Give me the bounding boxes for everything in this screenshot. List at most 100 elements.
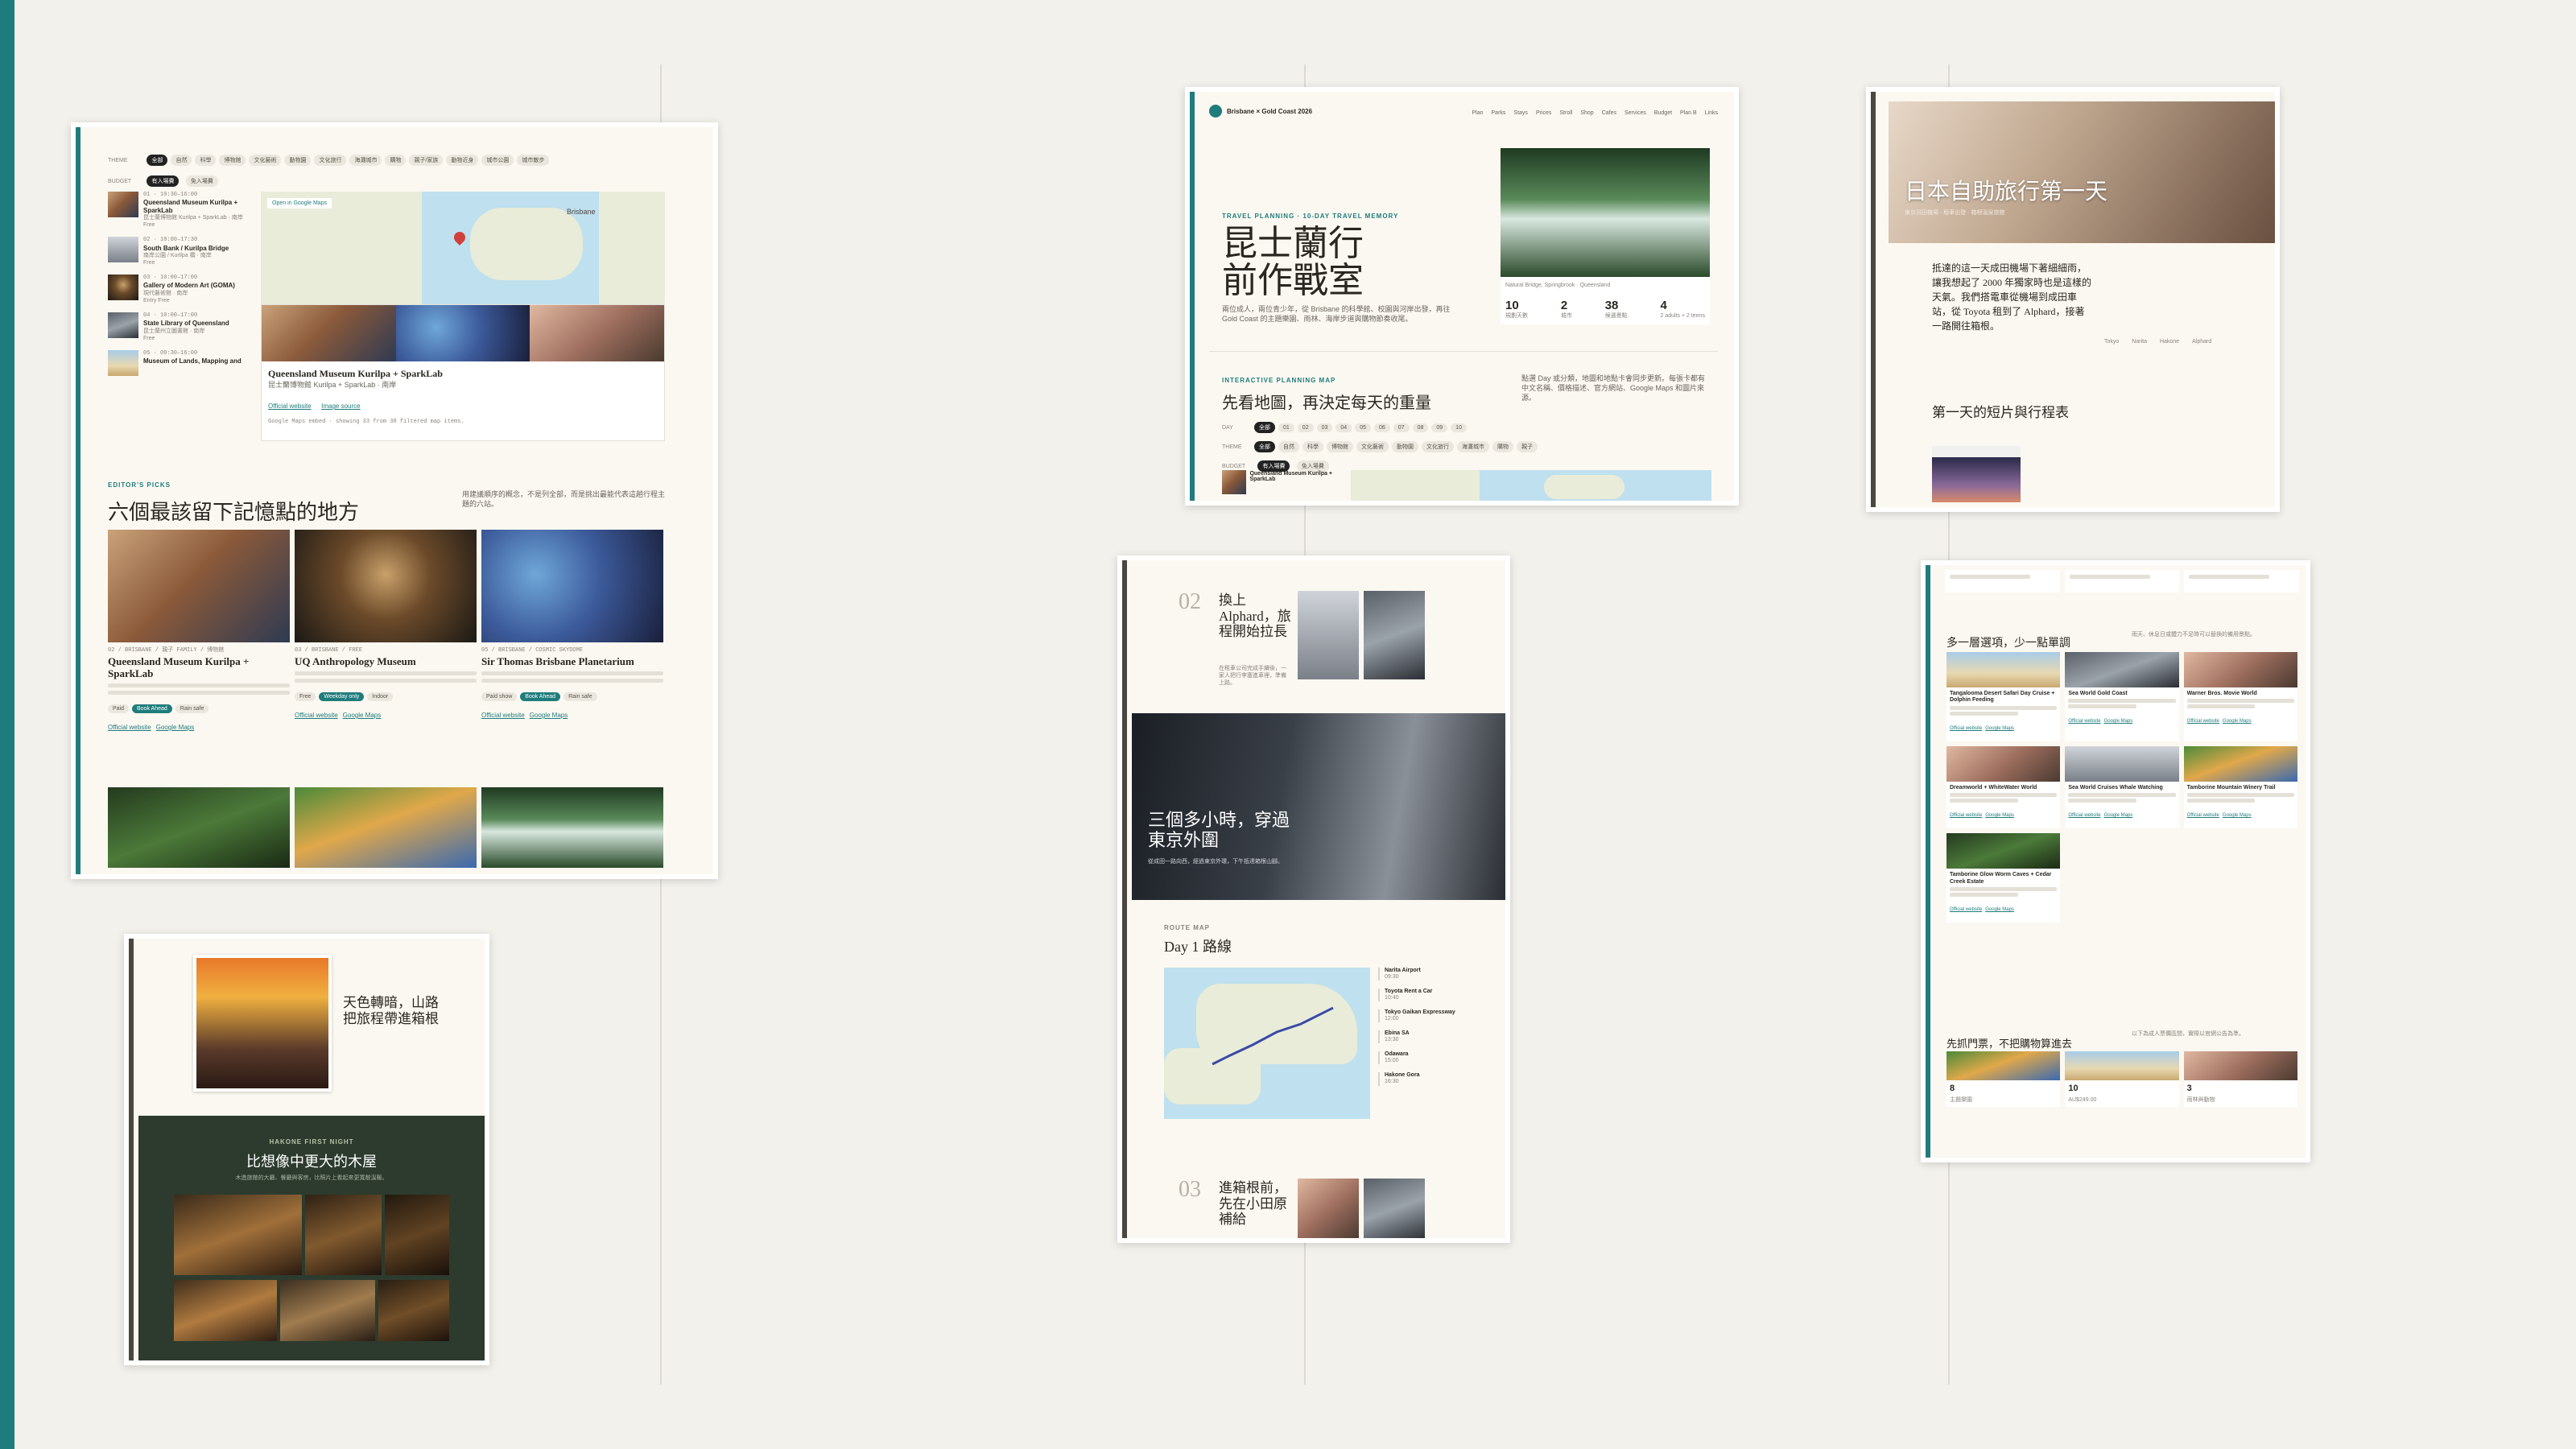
nav-link[interactable]: Shop: [1580, 110, 1593, 116]
chip-day[interactable]: 05: [1355, 423, 1371, 432]
pick-link[interactable]: Official website: [108, 724, 151, 731]
chip-theme[interactable]: 自然: [171, 155, 192, 166]
nav-link[interactable]: Plan: [1472, 110, 1484, 116]
map-pin-icon[interactable]: [452, 229, 468, 246]
chip-day[interactable]: 10: [1451, 423, 1467, 432]
pick-link[interactable]: Google Maps: [530, 712, 568, 719]
option-link[interactable]: Google Maps: [2223, 719, 2252, 724]
chip-theme[interactable]: 文化旅行: [1422, 441, 1454, 452]
chip-theme[interactable]: 動物園: [1392, 441, 1418, 452]
video-thumbnail[interactable]: [1932, 446, 2021, 502]
pick-link[interactable]: Google Maps: [156, 724, 195, 731]
pick-link[interactable]: Official website: [481, 712, 525, 719]
route-stop[interactable]: Ebina SA 13:30: [1378, 1030, 1491, 1044]
chip-day[interactable]: 03: [1316, 423, 1333, 432]
pick-card[interactable]: 03 / BRISBANE / FREE UQ Anthropology Muse…: [295, 530, 477, 733]
option-card[interactable]: Tamborine Mountain Winery Trail Official …: [2183, 745, 2297, 829]
preview-card-day1-journal[interactable]: 02 換上 Alphard，旅程開始拉長 在租車公司完成手續後，一家人把行李塞進…: [1117, 555, 1510, 1243]
chip-day[interactable]: 08: [1412, 423, 1429, 432]
chip-theme[interactable]: 博物館: [219, 155, 246, 166]
chip-budget-free[interactable]: 免入場費: [185, 175, 218, 187]
option-link[interactable]: Official website: [2187, 719, 2219, 724]
chip-day[interactable]: 全部: [1254, 422, 1275, 433]
chip-theme[interactable]: 自然: [1278, 441, 1299, 452]
chip-day[interactable]: 06: [1373, 423, 1390, 432]
list-item[interactable]: 02 · 10:00–17:30 South Bank / Kurilpa Bri…: [108, 237, 253, 266]
pick-link[interactable]: Google Maps: [343, 712, 382, 719]
chip-day[interactable]: 04: [1335, 423, 1352, 432]
planning-map[interactable]: [1351, 470, 1711, 501]
chip-day[interactable]: 01: [1278, 423, 1294, 432]
preview-card-gold-coast-options[interactable]: 多一層選項，少一點單調 雨天、休息日或體力不足時可以替換的備用景點。 Tanga…: [1921, 560, 2310, 1162]
option-link[interactable]: Official website: [2068, 813, 2100, 818]
chip-theme[interactable]: 文化藝術: [249, 155, 282, 166]
option-card[interactable]: Tamborine Glow Worm Caves + Cedar Creek …: [1946, 833, 2061, 923]
chip-theme[interactable]: 海灘城市: [349, 155, 382, 166]
chip-budget-paid[interactable]: 有入場費: [147, 175, 180, 187]
list-item[interactable]: Queensland Museum Kurilpa + SparkLab: [1222, 470, 1343, 494]
chip-day[interactable]: 09: [1431, 423, 1448, 432]
chip-theme[interactable]: 動物近身: [446, 155, 479, 166]
list-item[interactable]: 01 · 10:30–16:00 Queensland Museum Kurilp…: [108, 192, 253, 229]
pick-card[interactable]: 05 / BRISBANE / COSMIC SKYDOME Sir Thomas…: [481, 530, 663, 733]
route-stop[interactable]: Toyota Rent a Car 10:40: [1378, 989, 1491, 1002]
chip-theme[interactable]: 親子: [1517, 441, 1538, 452]
preview-card-hakone[interactable]: 天色轉暗，山路把旅程帶進箱根 HAKONE FIRST NIGHT 比想像中更大…: [124, 934, 489, 1365]
chip-theme[interactable]: 文化藝術: [1356, 441, 1389, 452]
route-map[interactable]: [1164, 968, 1370, 1119]
option-link[interactable]: Google Maps: [2223, 813, 2252, 818]
pick-card[interactable]: 02 / BRISBANE / 親子 FAMILY / 博物館 Queenslan…: [108, 530, 290, 733]
option-card[interactable]: Tangalooma Desert Safari Day Cruise + Do…: [1946, 652, 2061, 741]
option-link[interactable]: Google Maps: [1985, 907, 2014, 912]
preview-card-japan-day1[interactable]: 日本自助旅行第一天 東京羽田機場 · 租車出發 · 箱根溫泉旅館 抵達的這一天成…: [1866, 87, 2280, 512]
chip-theme[interactable]: 親子/家族: [409, 155, 444, 166]
route-stop[interactable]: Narita Airport 09:30: [1378, 968, 1491, 981]
nav-link[interactable]: Plan B: [1680, 110, 1697, 116]
nav-link[interactable]: Budget: [1654, 110, 1672, 116]
chip-theme[interactable]: 全部: [1254, 441, 1275, 452]
list-item[interactable]: 05 · 09:30–16:00 Museum of Lands, Mapping…: [108, 350, 253, 377]
option-link[interactable]: Google Maps: [1985, 726, 2014, 731]
chip-theme[interactable]: 城市公園: [481, 155, 514, 166]
nav-link[interactable]: Stays: [1513, 110, 1528, 116]
preview-card-brisbane-places[interactable]: THEME 全部 自然 科學 博物館 文化藝術 動物園 文化旅行 海灘城市 購物 親子/家族 動物近…: [71, 122, 718, 879]
budget-card[interactable]: 3 雨林與動物: [2183, 1051, 2297, 1108]
places-map[interactable]: Open in Google Maps Brisbane: [261, 192, 665, 304]
chip-theme[interactable]: 動物園: [284, 155, 312, 166]
option-link[interactable]: Google Maps: [1985, 813, 2014, 818]
option-link[interactable]: Official website: [2187, 813, 2219, 818]
chip-theme[interactable]: 全部: [147, 155, 168, 166]
nav-link[interactable]: Prices: [1536, 110, 1551, 116]
chip-theme[interactable]: 城市散步: [517, 155, 550, 166]
chip-theme[interactable]: 文化旅行: [314, 155, 347, 166]
preview-card-gold-coast-plan[interactable]: Brisbane × Gold Coast 2026 Plan Parks Stay…: [1185, 87, 1739, 506]
nav-link[interactable]: Links: [1705, 110, 1718, 116]
image-source-link[interactable]: Image source: [321, 402, 360, 410]
official-website-link[interactable]: Official website: [268, 402, 312, 410]
route-stop[interactable]: Hakone Gora 16:30: [1378, 1072, 1491, 1086]
option-link[interactable]: Official website: [2068, 719, 2100, 724]
option-link[interactable]: Google Maps: [2104, 813, 2133, 818]
option-card[interactable]: Warner Bros. Movie World Official website…: [2183, 652, 2297, 741]
open-in-maps-link[interactable]: Open in Google Maps: [267, 198, 332, 208]
nav-link[interactable]: Stroll: [1559, 110, 1572, 116]
budget-card[interactable]: 8 主題樂園: [1946, 1051, 2061, 1108]
nav-link[interactable]: Parks: [1492, 110, 1506, 116]
list-item[interactable]: 03 · 10:00–17:00 Gallery of Modern Art (G…: [108, 275, 253, 304]
list-item[interactable]: 04 · 10:00–17:00 State Library of Queensl…: [108, 312, 253, 342]
chip-day[interactable]: 02: [1297, 423, 1314, 432]
option-card[interactable]: Sea World Gold Coast Official website Goog…: [2065, 652, 2179, 741]
route-stop[interactable]: Odawara 15:00: [1378, 1051, 1491, 1065]
option-card[interactable]: Dreamworld + WhiteWater World Official we…: [1946, 745, 2061, 829]
pick-link[interactable]: Official website: [295, 712, 338, 719]
option-link[interactable]: Official website: [1950, 813, 1982, 818]
chip-theme[interactable]: 博物館: [1327, 441, 1353, 452]
nav-link[interactable]: Services: [1624, 110, 1646, 116]
chip-theme[interactable]: 購物: [1492, 441, 1513, 452]
option-link[interactable]: Official website: [1950, 726, 1982, 731]
chip-day[interactable]: 07: [1393, 423, 1410, 432]
chip-theme[interactable]: 科學: [195, 155, 217, 166]
chip-theme[interactable]: 科學: [1302, 441, 1323, 452]
budget-card[interactable]: 10 AU$249.00: [2065, 1051, 2179, 1108]
route-stop[interactable]: Tokyo Gaikan Expressway 12:00: [1378, 1009, 1491, 1023]
